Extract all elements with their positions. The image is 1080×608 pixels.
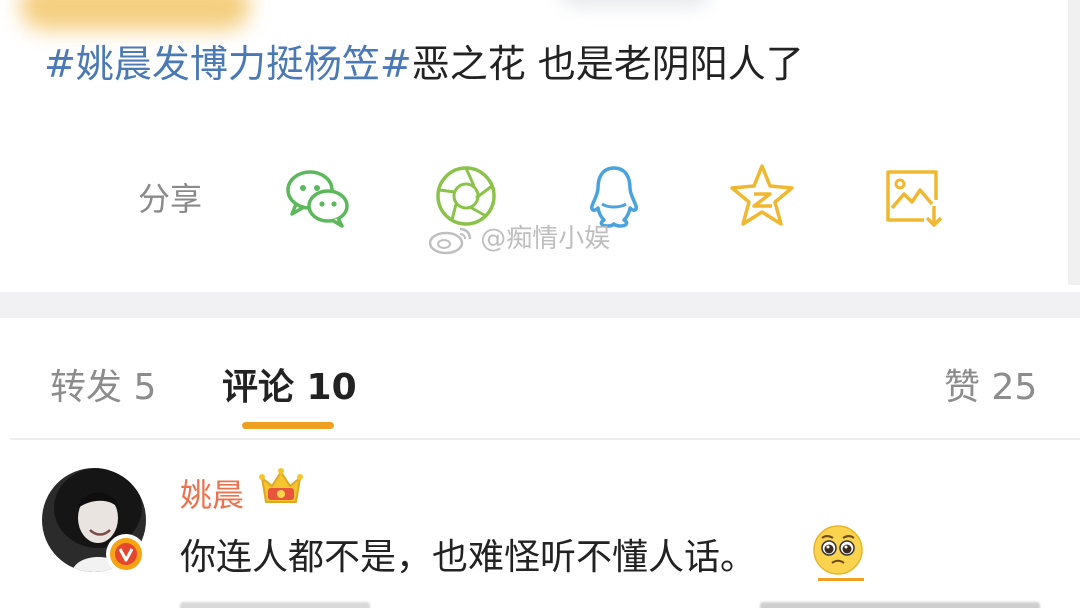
weibo-post-screen: #姚晨发博力挺杨笠#恶之花 也是老阴阳人了 分享 @痴情小娱 转发 5 评论 1… xyxy=(0,0,1080,608)
weibo-logo-icon xyxy=(428,227,472,254)
pleading-face-icon xyxy=(812,524,864,576)
verified-badge-icon xyxy=(104,532,148,576)
post-content: #姚晨发博力挺杨笠#恶之花 也是老阴阳人了 xyxy=(44,38,804,90)
share-label: 分享 xyxy=(138,180,203,218)
hashtag-link[interactable]: #姚晨发博力挺杨笠# xyxy=(44,42,412,86)
qzone-icon[interactable] xyxy=(726,160,798,232)
blurred-meta xyxy=(560,0,710,8)
weibo-watermark: @痴情小娱 xyxy=(428,218,610,255)
next-row-peek xyxy=(180,602,370,608)
active-tab-indicator xyxy=(242,422,334,429)
blurred-username xyxy=(20,0,250,30)
tabs-divider xyxy=(10,438,1080,440)
wechat-icon[interactable] xyxy=(282,160,354,232)
save-image-icon[interactable] xyxy=(878,160,950,232)
tab-reposts[interactable]: 转发 5 xyxy=(50,358,156,410)
section-divider xyxy=(0,292,1080,318)
next-row-peek-right xyxy=(760,602,1040,608)
interaction-tabs: 转发 5 评论 10 赞 25 xyxy=(0,350,1080,410)
emoji-underline xyxy=(818,578,864,581)
comment-author[interactable]: 姚晨 xyxy=(180,470,244,516)
crown-badge-icon xyxy=(258,464,304,508)
comment-text: 你连人都不是，也难怪听不懂人话。 xyxy=(180,537,757,578)
post-body-text: 恶之花 也是老阴阳人了 xyxy=(411,42,804,86)
tab-likes[interactable]: 赞 25 xyxy=(944,358,1037,410)
tab-comments[interactable]: 评论 10 xyxy=(222,358,357,410)
watermark-text: @痴情小娱 xyxy=(480,224,611,254)
